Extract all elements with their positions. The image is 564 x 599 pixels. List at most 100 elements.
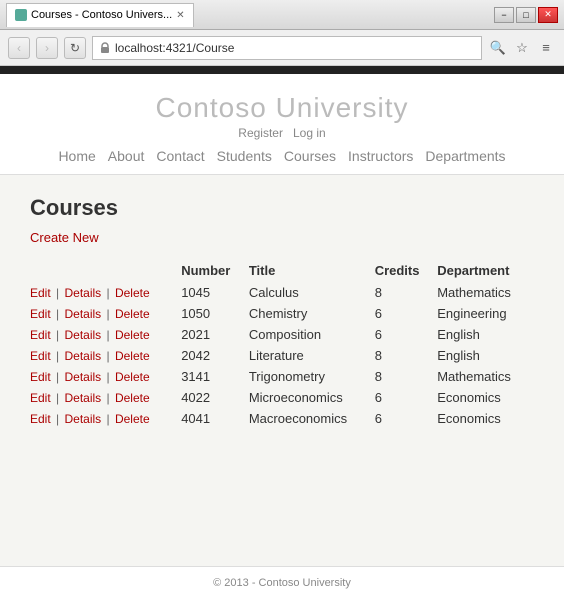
table-row: Edit | Details | Delete2042Literature8En… [30, 345, 534, 366]
col-title: Title [249, 259, 375, 282]
row-credits: 8 [375, 282, 438, 303]
row-actions: Edit | Details | Delete [30, 408, 181, 429]
row-actions: Edit | Details | Delete [30, 324, 181, 345]
action-edit[interactable]: Edit [30, 412, 51, 426]
action-details[interactable]: Details [64, 412, 101, 426]
row-number: 2042 [181, 345, 249, 366]
search-icon[interactable]: 🔍 [488, 38, 508, 58]
nav-students[interactable]: Students [217, 148, 272, 164]
action-details[interactable]: Details [64, 370, 101, 384]
action-delete[interactable]: Delete [115, 412, 150, 426]
login-link[interactable]: Log in [293, 126, 326, 140]
row-department: English [437, 324, 534, 345]
page-title: Courses [30, 195, 534, 221]
row-credits: 6 [375, 387, 438, 408]
close-button[interactable]: ✕ [538, 7, 558, 23]
main-area: Courses Create New Number Title Credits … [0, 175, 564, 566]
col-actions [30, 259, 181, 282]
page-content: Contoso University Register Log in Home … [0, 74, 564, 599]
row-number: 4041 [181, 408, 249, 429]
row-title: Composition [249, 324, 375, 345]
courses-table: Number Title Credits Department Edit | D… [30, 259, 534, 429]
maximize-button[interactable]: □ [516, 7, 536, 23]
nav-home[interactable]: Home [58, 148, 95, 164]
back-button[interactable]: ‹ [8, 37, 30, 59]
star-icon[interactable]: ☆ [512, 38, 532, 58]
row-title: Trigonometry [249, 366, 375, 387]
forward-button[interactable]: › [36, 37, 58, 59]
menu-icon[interactable]: ≡ [536, 38, 556, 58]
action-edit[interactable]: Edit [30, 391, 51, 405]
row-department: English [437, 345, 534, 366]
row-actions: Edit | Details | Delete [30, 303, 181, 324]
address-bar: ‹ › ↻ localhost:4321/Course 🔍 ☆ ≡ [0, 30, 564, 66]
action-details[interactable]: Details [64, 307, 101, 321]
row-actions: Edit | Details | Delete [30, 282, 181, 303]
url-input[interactable]: localhost:4321/Course [92, 36, 482, 60]
table-row: Edit | Details | Delete1050Chemistry6Eng… [30, 303, 534, 324]
action-delete[interactable]: Delete [115, 349, 150, 363]
action-delete[interactable]: Delete [115, 391, 150, 405]
action-delete[interactable]: Delete [115, 370, 150, 384]
row-title: Literature [249, 345, 375, 366]
action-delete[interactable]: Delete [115, 286, 150, 300]
nav-instructors[interactable]: Instructors [348, 148, 413, 164]
row-credits: 8 [375, 366, 438, 387]
row-department: Engineering [437, 303, 534, 324]
create-new-link[interactable]: Create New [30, 230, 99, 245]
row-number: 1045 [181, 282, 249, 303]
action-edit[interactable]: Edit [30, 286, 51, 300]
site-header: Contoso University Register Log in Home … [0, 74, 564, 174]
row-credits: 6 [375, 303, 438, 324]
action-details[interactable]: Details [64, 391, 101, 405]
separator: | [103, 370, 113, 384]
tab-close-icon[interactable]: ✕ [176, 10, 184, 21]
row-number: 1050 [181, 303, 249, 324]
black-bar [0, 66, 564, 74]
table-row: Edit | Details | Delete2021Composition6E… [30, 324, 534, 345]
col-number: Number [181, 259, 249, 282]
table-row: Edit | Details | Delete3141Trigonometry8… [30, 366, 534, 387]
row-title: Calculus [249, 282, 375, 303]
site-title: Contoso University [0, 92, 564, 124]
lock-icon [99, 42, 111, 54]
action-edit[interactable]: Edit [30, 328, 51, 342]
action-details[interactable]: Details [64, 328, 101, 342]
row-credits: 8 [375, 345, 438, 366]
row-department: Economics [437, 408, 534, 429]
action-delete[interactable]: Delete [115, 328, 150, 342]
action-details[interactable]: Details [64, 349, 101, 363]
separator: | [53, 328, 63, 342]
separator: | [103, 412, 113, 426]
site-footer: © 2013 - Contoso University [0, 566, 564, 599]
row-title: Macroeconomics [249, 408, 375, 429]
row-number: 3141 [181, 366, 249, 387]
nav-about[interactable]: About [108, 148, 145, 164]
action-edit[interactable]: Edit [30, 307, 51, 321]
tab-area: Courses - Contoso Univers... ✕ [6, 3, 194, 27]
address-icons: 🔍 ☆ ≡ [488, 38, 556, 58]
site-nav: Home About Contact Students Courses Inst… [0, 146, 564, 166]
separator: | [53, 349, 63, 363]
row-department: Economics [437, 387, 534, 408]
tab-title: Courses - Contoso Univers... [31, 9, 172, 21]
nav-courses[interactable]: Courses [284, 148, 336, 164]
nav-contact[interactable]: Contact [156, 148, 204, 164]
action-edit[interactable]: Edit [30, 349, 51, 363]
url-text: localhost:4321/Course [115, 41, 234, 55]
col-department: Department [437, 259, 534, 282]
browser-tab[interactable]: Courses - Contoso Univers... ✕ [6, 3, 194, 27]
action-details[interactable]: Details [64, 286, 101, 300]
refresh-button[interactable]: ↻ [64, 37, 86, 59]
tab-favicon [15, 9, 27, 21]
nav-departments[interactable]: Departments [425, 148, 505, 164]
action-delete[interactable]: Delete [115, 307, 150, 321]
action-edit[interactable]: Edit [30, 370, 51, 384]
separator: | [53, 307, 63, 321]
minimize-button[interactable]: − [494, 7, 514, 23]
register-link[interactable]: Register [238, 126, 283, 140]
row-department: Mathematics [437, 366, 534, 387]
site-auth: Register Log in [0, 126, 564, 140]
separator: | [53, 412, 63, 426]
row-credits: 6 [375, 408, 438, 429]
